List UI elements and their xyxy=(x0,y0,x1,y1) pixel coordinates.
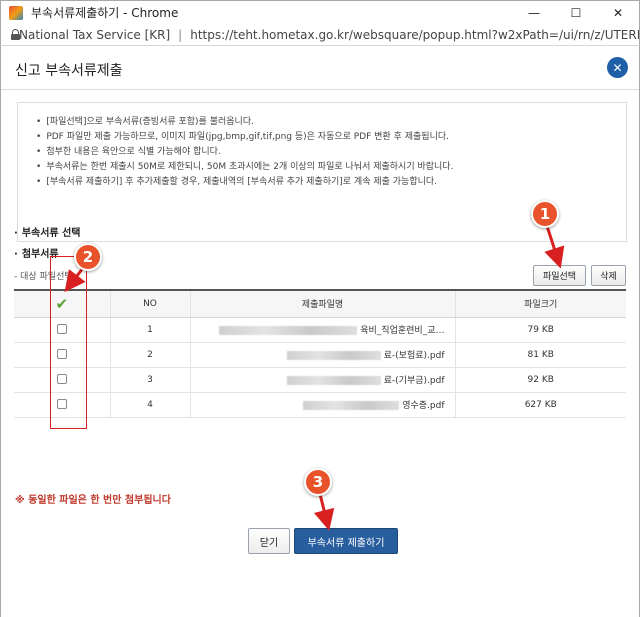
annotation-arrows xyxy=(64,225,565,531)
arrow-1-line xyxy=(544,225,565,269)
arrow-3-line xyxy=(313,493,335,531)
step-marker-3: 3 xyxy=(304,468,332,496)
step-marker-2: 2 xyxy=(74,243,102,271)
step-marker-1: 1 xyxy=(531,200,559,228)
arrow-2-line xyxy=(64,267,86,293)
